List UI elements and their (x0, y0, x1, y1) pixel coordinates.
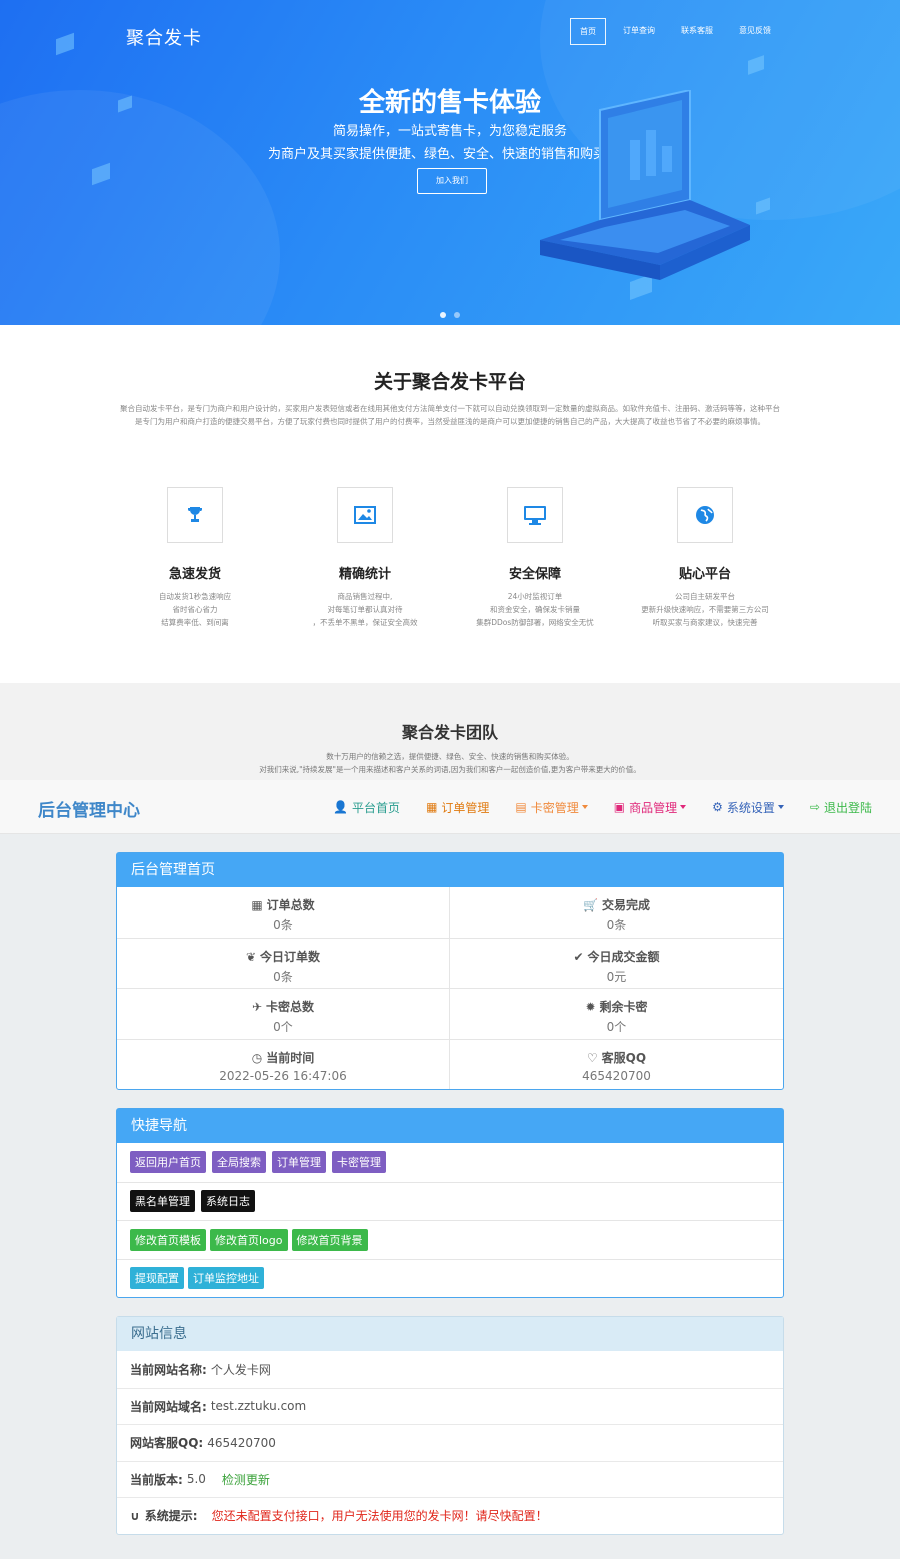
menu-product-management[interactable]: ▣ 商品管理 (613, 799, 687, 816)
quick-nav-title: 快捷导航 (117, 1109, 783, 1143)
quick-nav-row: 返回用户首页 全局搜索 订单管理 卡密管理 (117, 1143, 783, 1182)
carousel-dot-1[interactable] (440, 312, 446, 318)
cart-icon: 🛒 (583, 898, 598, 912)
trophy-icon (167, 487, 223, 543)
about-section: 关于聚合发卡平台 聚合自动发卡平台，是专门为商户和用户设计的，买家用户发表短信或… (0, 325, 900, 683)
site-qq-row: 网站客服QQ: 465420700 (117, 1424, 783, 1461)
stat-current-time: ◷ 当前时间 2022-05-26 16:47:06 (117, 1038, 450, 1089)
feature-title: 急速发货 (168, 567, 221, 582)
image-icon (337, 487, 393, 543)
menu-logout[interactable]: ⇨ 退出登陆 (810, 799, 872, 816)
admin-menu: 👤 平台首页 ▦ 订单管理 ▤ 卡密管理 ▣ 商品管理 ⚙ 系统设置 ⇨ 退出登陆 (307, 780, 872, 834)
top-nav: 首页 订单查询 联系客服 意见反馈 (562, 18, 780, 45)
logout-icon: ⇨ (809, 800, 820, 814)
system-log-button[interactable]: 系统日志 (201, 1190, 255, 1213)
admin-dashboard: 后台管理中心 👤 平台首页 ▦ 订单管理 ▤ 卡密管理 ▣ 商品管理 ⚙ 系统设置 ⇨ 退出… (0, 780, 900, 1559)
list-icon: ▣ (613, 800, 626, 814)
stat-today-amount: ✔ 今日成交金额 0元 (450, 937, 783, 989)
global-search-button[interactable]: 全局搜索 (212, 1151, 266, 1174)
team-section: 聚合发卡团队 数十万用户的信赖之选，提供便捷、绿色、安全、快速的销售和购买体验。… (0, 683, 900, 780)
edit-logo-button[interactable]: 修改首页logo (210, 1228, 288, 1251)
card-management-button[interactable]: 卡密管理 (332, 1151, 386, 1174)
carousel-dots (440, 312, 460, 318)
nav-feedback[interactable]: 意见反馈 (730, 18, 780, 45)
quick-nav-row: 提现配置 订单监控地址 (117, 1258, 783, 1298)
system-notice-row: ∪ 系统提示: 您还未配置支付接口，用户无法使用您的发卡网！请尽快配置！ (117, 1497, 783, 1534)
nav-contact-support[interactable]: 联系客服 (672, 18, 722, 45)
stat-support-qq: ♡ 客服QQ 465420700 (450, 1038, 783, 1090)
team-text: 数十万用户的信赖之选，提供便捷、绿色、安全、快速的销售和购买体验。 对我们来说,… (259, 752, 641, 774)
site-version-row: 当前版本: 5.0 检测更新 (117, 1460, 783, 1498)
order-management-button[interactable]: 订单管理 (272, 1151, 326, 1174)
calendar-icon: ▦ (426, 800, 438, 814)
site-domain-row: 当前网站域名: test.zztuku.com (117, 1387, 783, 1425)
about-text: 聚合自动发卡平台，是专门为商户和用户设计的，买家用户发表短信或者在线用其他支付方… (120, 404, 780, 426)
menu-system-settings[interactable]: ⚙ 系统设置 (712, 799, 784, 816)
file-icon: ▤ (515, 800, 527, 814)
feature-desc: 24小时监视订单 和资金安全，确保发卡销量 集群DDos防御部署，网络安全无忧 (476, 592, 594, 627)
feature-fast-delivery: 急速发货 自动发货1秒急速响应 省时省心省力 结算费率低、到间离 (110, 487, 280, 629)
overview-title: 后台管理首页 (117, 853, 783, 887)
chevron-down-icon (680, 805, 687, 809)
admin-navbar: 后台管理中心 👤 平台首页 ▦ 订单管理 ▤ 卡密管理 ▣ 商品管理 ⚙ 系统设置 ⇨ 退出… (0, 780, 900, 834)
feature-title: 安全保障 (508, 567, 561, 582)
stat-cards-remaining: ✹ 剩余卡密 0个 (450, 988, 783, 1039)
chevron-down-icon (777, 805, 784, 809)
magnet-icon: ∪ (130, 1508, 140, 1523)
menu-card-management[interactable]: ▤ 卡密管理 (515, 799, 588, 816)
admin-brand[interactable]: 后台管理中心 (38, 796, 140, 821)
edit-background-button[interactable]: 修改首页背景 (291, 1228, 368, 1251)
feature-title: 精确统计 (338, 567, 391, 582)
chevron-down-icon (581, 805, 588, 809)
gear-icon: ✹ (585, 1000, 596, 1014)
menu-order-management[interactable]: ▦ 订单管理 (426, 799, 489, 816)
grid-icon: ▦ (251, 898, 263, 912)
laptop-illustration (540, 90, 750, 280)
team-title: 聚合发卡团队 (401, 723, 498, 742)
feature-title: 贴心平台 (678, 567, 731, 582)
site-info-panel: 网站信息 当前网站名称: 个人发卡网 当前网站域名: test.zztuku.com… (116, 1316, 784, 1535)
check-update-link[interactable]: 检测更新 (222, 1471, 270, 1488)
quick-nav-row: 修改首页模板 修改首页logo 修改首页背景 (117, 1220, 783, 1259)
about-title: 关于聚合发卡平台 (373, 371, 526, 393)
globe-icon (677, 487, 733, 543)
menu-platform-home[interactable]: 👤 平台首页 (333, 799, 400, 816)
feature-desc: 公司自主研发平台 更新升级快速响应，不需要第三方公司 听取买家与商家建议，快速完善 (641, 592, 769, 627)
feature-accurate-stats: 精确统计 商品销售过程中, 对每笔订单都认真对待 ，不丢单不黑单，保证安全高效 (280, 487, 450, 629)
nav-home[interactable]: 首页 (570, 18, 606, 45)
join-us-button[interactable]: 加入我们 (417, 168, 487, 194)
feature-desc: 商品销售过程中, 对每笔订单都认真对待 ，不丢单不黑单，保证安全高效 (312, 592, 418, 627)
quick-nav-panel: 快捷导航 返回用户首页 全局搜索 订单管理 卡密管理 黑名单管理 系统日志 修改… (116, 1108, 784, 1298)
nav-order-query[interactable]: 订单查询 (614, 18, 664, 45)
stat-today-orders: ❦ 今日订单数 0条 (117, 937, 450, 988)
site-info-title: 网站信息 (117, 1317, 783, 1351)
stat-trade-complete: 🛒 交易完成 0条 (583, 898, 650, 932)
heart-icon: ♡ (586, 1050, 598, 1065)
system-notice-text: 您还未配置支付接口，用户无法使用您的发卡网！请尽快配置！ (211, 1509, 548, 1524)
site-logo[interactable]: 聚合发卡 (126, 24, 202, 50)
check-icon: ✔ (573, 949, 584, 964)
edit-template-button[interactable]: 修改首页模板 (130, 1228, 206, 1251)
user-icon: 👤 (333, 800, 349, 814)
monitor-icon (507, 487, 563, 543)
feature-caring-platform: 贴心平台 公司自主研发平台 更新升级快速响应，不需要第三方公司 听取买家与商家建议，… (620, 487, 790, 629)
carousel-dot-2[interactable] (454, 312, 460, 318)
withdraw-config-button[interactable]: 提现配置 (130, 1267, 184, 1290)
feature-desc: 自动发货1秒急速响应 省时省心省力 结算费率低、到间离 (158, 592, 232, 627)
feature-security: 安全保障 24小时监视订单 和资金安全，确保发卡销量 集群DDos防御部署，网络安全… (450, 487, 620, 629)
stat-card-total: ✈ 卡密总数 0个 (117, 988, 450, 1039)
back-to-home-button[interactable]: 返回用户首页 (130, 1151, 206, 1174)
quick-nav-row: 黑名单管理 系统日志 (117, 1181, 783, 1221)
gear-icon: ⚙ (712, 800, 723, 814)
clock-icon: ◷ (251, 1050, 263, 1065)
blacklist-button[interactable]: 黑名单管理 (130, 1190, 195, 1213)
leaf-icon: ❦ (245, 949, 257, 964)
plane-icon: ✈ (251, 1000, 263, 1014)
order-monitor-button[interactable]: 订单监控地址 (188, 1267, 264, 1290)
stat-order-total: ▦ 订单总数 0条 (117, 887, 450, 938)
site-name-row: 当前网站名称: 个人发卡网 (130, 1362, 271, 1377)
overview-panel: 后台管理首页 ▦ 订单总数 0条 🛒 交易完成 0条 ❦ 今日订单数 0条 ✔ 今日成交… (116, 852, 784, 1090)
feature-list: 急速发货 自动发货1秒急速响应 省时省心省力 结算费率低、到间离 精确统计 商品销售… (110, 487, 790, 629)
hero-banner: 聚合发卡 首页 订单查询 联系客服 意见反馈 全新的售卡体验 简易操作，一站式寄… (0, 0, 900, 325)
